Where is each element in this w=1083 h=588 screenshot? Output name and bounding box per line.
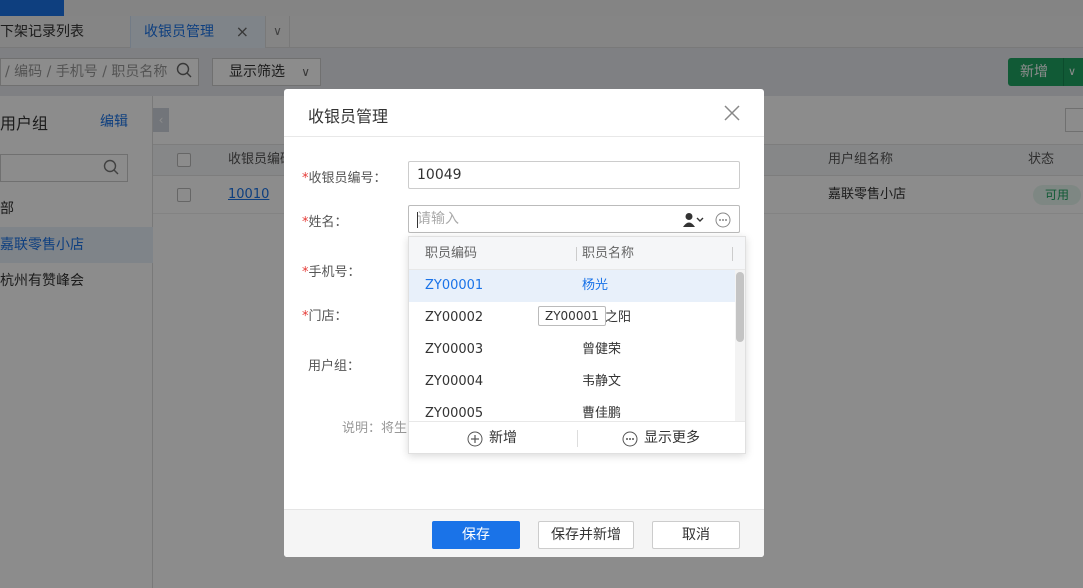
column-divider: [732, 247, 733, 261]
employee-code: ZY00005: [425, 406, 484, 421]
employee-name: 曹佳鹏: [582, 406, 622, 421]
person-select-icon[interactable]: [683, 212, 705, 228]
cashier-code-input[interactable]: 10049: [408, 161, 740, 189]
save-and-new-button[interactable]: 保存并新增: [538, 521, 634, 549]
group-label: 用户组：: [308, 359, 361, 374]
text-caret: [417, 212, 418, 228]
employee-code: ZY00004: [425, 374, 484, 389]
list-item[interactable]: ZY00001 杨光: [409, 270, 735, 302]
employee-dropdown: 职员编码 职员名称 ZY00001 杨光 ZY00002 之阳 ZY00003 曾健荣…: [408, 236, 746, 454]
code-label-text: 收银员编号：: [308, 171, 387, 186]
scrollbar[interactable]: [735, 270, 745, 421]
close-icon[interactable]: [722, 103, 742, 123]
employee-name: 杨光: [582, 278, 609, 293]
column-divider: [576, 247, 577, 261]
modal-footer: 保存 保存并新增 取消: [284, 509, 764, 557]
description-note: 说明：将生: [342, 421, 408, 436]
employee-name: 之阳: [605, 310, 632, 325]
employee-code: ZY00002: [425, 310, 484, 325]
cashier-code-value: 10049: [417, 167, 462, 183]
show-more-button[interactable]: 显示更多: [622, 422, 700, 455]
dropdown-list: ZY00001 杨光 ZY00002 之阳 ZY00003 曾健荣 ZY00004 韦静…: [409, 270, 745, 421]
show-more-label: 显示更多: [644, 430, 700, 446]
cancel-button[interactable]: 取消: [652, 521, 740, 549]
tooltip: ZY00001: [538, 306, 606, 326]
code-label: *收银员编号：: [302, 167, 387, 186]
plus-circle-icon: [467, 431, 483, 447]
dropdown-add-button[interactable]: 新增: [467, 422, 517, 455]
more-circle-icon: [622, 431, 638, 447]
add-label: 新增: [489, 430, 517, 446]
modal-header: 收银员管理: [284, 89, 764, 137]
name-label: *姓名：: [302, 211, 348, 230]
employee-code: ZY00001: [425, 278, 484, 293]
name-placeholder: 请输入: [417, 211, 459, 227]
header-employee-name: 职员名称: [582, 246, 635, 261]
phone-label-text: 手机号：: [308, 265, 361, 280]
store-label: *门店：: [302, 305, 348, 324]
list-item[interactable]: ZY00005 曹佳鹏: [409, 398, 735, 421]
employee-name: 韦静文: [582, 374, 622, 389]
modal-title: 收银员管理: [308, 107, 389, 126]
list-item[interactable]: ZY00003 曾健荣: [409, 334, 735, 366]
dropdown-header: 职员编码 职员名称: [409, 237, 745, 270]
employee-code: ZY00003: [425, 342, 484, 357]
footer-divider: [577, 430, 578, 447]
phone-label: *手机号：: [302, 261, 361, 280]
store-label-text: 门店：: [308, 309, 348, 324]
name-input[interactable]: 请输入: [408, 205, 740, 233]
header-employee-code: 职员编码: [425, 246, 478, 261]
save-button[interactable]: 保存: [432, 521, 520, 549]
list-item[interactable]: ZY00004 韦静文: [409, 366, 735, 398]
name-label-text: 姓名：: [308, 215, 348, 230]
dropdown-footer: 新增 显示更多: [409, 421, 745, 454]
employee-name: 曾健荣: [582, 342, 622, 357]
scrollbar-thumb[interactable]: [736, 272, 744, 342]
more-options-icon[interactable]: [715, 212, 731, 228]
